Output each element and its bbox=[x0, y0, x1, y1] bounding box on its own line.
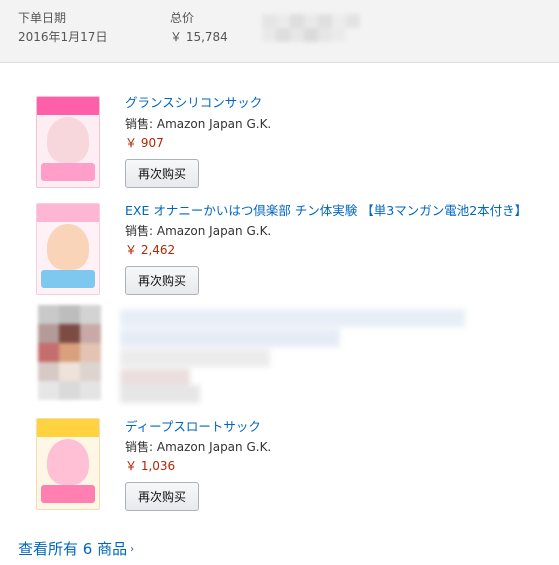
seller-text: 销售: Amazon Japan G.K. bbox=[125, 117, 272, 131]
order-total-label: 总价 bbox=[170, 11, 195, 25]
product-title-link[interactable]: ディープスロートサック bbox=[125, 419, 261, 435]
price-text: ￥ 1,036 bbox=[125, 459, 176, 473]
order-card: 下单日期 2016年1月17日 总价 ￥ 15,784 グランスシリコンサック … bbox=[0, 0, 559, 565]
price-text: ￥ 2,462 bbox=[125, 243, 176, 257]
order-date-label: 下单日期 bbox=[18, 11, 67, 25]
product-image[interactable] bbox=[36, 418, 100, 510]
order-total-value: ￥ 15,784 bbox=[170, 30, 228, 44]
view-all-items-link[interactable]: 查看所有 6 商品 › bbox=[18, 539, 134, 560]
redacted-product-text bbox=[120, 309, 465, 403]
redacted-product-image bbox=[38, 305, 101, 400]
buy-again-button[interactable]: 再次购买 bbox=[125, 159, 199, 188]
order-header: 下单日期 2016年1月17日 总价 ￥ 15,784 bbox=[0, 0, 559, 63]
seller-text: 销售: Amazon Japan G.K. bbox=[125, 440, 272, 454]
order-date-value: 2016年1月17日 bbox=[18, 30, 108, 44]
chevron-right-icon: › bbox=[130, 544, 135, 555]
product-title-link[interactable]: EXE オナニーかいはつ倶楽部 チン体実験 【単3マンガン電池2本付き】 bbox=[125, 203, 527, 219]
redacted-order-item bbox=[38, 305, 468, 403]
buy-again-button[interactable]: 再次购买 bbox=[125, 266, 199, 295]
redacted-recipient bbox=[262, 10, 372, 52]
view-all-label: 查看所有 6 商品 bbox=[18, 540, 128, 558]
product-image[interactable] bbox=[36, 96, 100, 188]
seller-text: 销售: Amazon Japan G.K. bbox=[125, 224, 272, 238]
order-total-block: 总价 ￥ 15,784 bbox=[170, 10, 228, 45]
order-date-block: 下单日期 2016年1月17日 bbox=[18, 10, 107, 45]
buy-again-button[interactable]: 再次购买 bbox=[125, 482, 199, 511]
product-image[interactable] bbox=[36, 203, 100, 295]
price-text: ￥ 907 bbox=[125, 136, 164, 150]
product-title-link[interactable]: グランスシリコンサック bbox=[125, 95, 262, 111]
